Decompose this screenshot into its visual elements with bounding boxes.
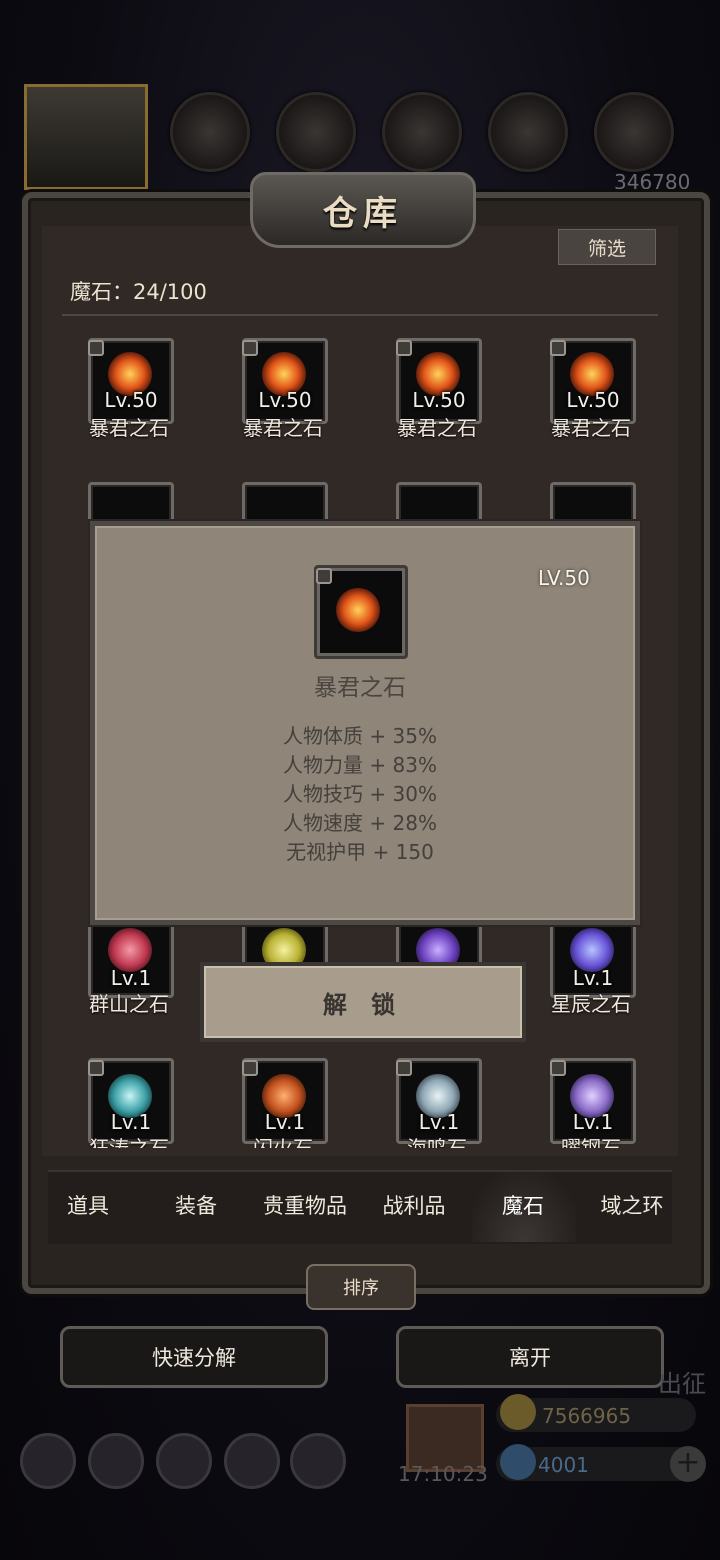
item-name: 星辰之石 (551, 992, 631, 1016)
item-name: 暴君之石 (89, 416, 169, 440)
tooltip-stat: 人物速度 + 28% (283, 811, 437, 835)
divider (62, 314, 658, 316)
stone-count-label: 魔石：24/100 (70, 280, 207, 304)
achievement-icon[interactable] (88, 1433, 144, 1489)
crystal-resource-icon (488, 92, 568, 172)
tooltip-item-name: 暴君之石 (314, 675, 406, 701)
tooltip-stat: 人物技巧 + 30% (283, 782, 437, 806)
expedition-label[interactable]: 出征 (658, 1364, 706, 1399)
item-level: Lv.1 (264, 1110, 306, 1134)
gold-coin-icon (500, 1394, 536, 1430)
tab-domain-rings[interactable]: 域之环 (582, 1190, 682, 1220)
mail-icon[interactable] (224, 1433, 280, 1489)
gem-icon (500, 1444, 536, 1480)
filter-button[interactable]: 筛选 (558, 229, 656, 265)
tab-items[interactable]: 道具 (38, 1190, 138, 1220)
iron-resource-icon (382, 92, 462, 172)
item-name: 暴君之石 (551, 416, 631, 440)
item-level: Lv.1 (418, 1110, 460, 1134)
unlock-button[interactable]: 解 锁 (200, 962, 526, 1042)
tab-valuables[interactable]: 贵重物品 (255, 1190, 355, 1220)
item-level: Lv.1 (572, 1110, 614, 1134)
lock-icon (396, 1060, 412, 1076)
item-level: Lv.50 (412, 388, 466, 412)
leave-button[interactable]: 离开 (396, 1326, 664, 1388)
tab-equipment[interactable]: 装备 (146, 1190, 246, 1220)
tab-loot[interactable]: 战利品 (364, 1190, 464, 1220)
lock-icon (550, 340, 566, 356)
item-level: Lv.50 (258, 388, 312, 412)
tooltip-stat: 人物力量 + 83% (283, 753, 437, 777)
tooltip-level: LV.50 (538, 566, 590, 590)
add-gems-icon[interactable]: + (670, 1446, 706, 1482)
flame-gem-icon (336, 588, 380, 632)
settings-icon[interactable] (20, 1433, 76, 1489)
meat-resource-icon (170, 92, 250, 172)
item-name: 暴君之石 (243, 416, 323, 440)
hero-avatar[interactable] (24, 84, 148, 190)
gem-amount: 4001 (538, 1453, 589, 1477)
lock-icon (242, 1060, 258, 1076)
item-name: 群山之石 (89, 992, 169, 1016)
guild-icon[interactable] (156, 1433, 212, 1489)
wood-resource-icon (276, 92, 356, 172)
title-plate: 仓库 (250, 172, 476, 248)
quick-decompose-button[interactable]: 快速分解 (60, 1326, 328, 1388)
tab-magic-stones[interactable]: 魔石 (473, 1190, 573, 1220)
lock-icon (88, 340, 104, 356)
item-level: Lv.1 (110, 966, 152, 990)
chat-icon[interactable] (290, 1433, 346, 1489)
item-name: 狂涛之石 (89, 1136, 169, 1148)
lock-icon (88, 1060, 104, 1076)
gift-timer: 17:10:23 (398, 1462, 488, 1486)
lock-icon (242, 340, 258, 356)
item-name: 曜钢石 (561, 1136, 621, 1148)
item-name: 闪火石 (253, 1136, 313, 1148)
item-name: 海鸣石 (407, 1136, 467, 1148)
gold-amount: 7566965 (542, 1404, 632, 1428)
stone-resource-value: 346780 (614, 170, 691, 194)
category-tabs (48, 1170, 672, 1244)
tooltip-stat: 人物体质 + 35% (283, 724, 437, 748)
panel-title: 仓库 (323, 193, 403, 234)
lock-icon (316, 568, 332, 584)
item-level: Lv.50 (104, 388, 158, 412)
item-level: Lv.1 (110, 1110, 152, 1134)
stone-resource-icon (594, 92, 674, 172)
lock-icon (396, 340, 412, 356)
tooltip-stat: 无视护甲 + 150 (286, 840, 434, 864)
sort-button[interactable]: 排序 (306, 1264, 416, 1310)
lock-icon (550, 1060, 566, 1076)
item-name: 暴君之石 (397, 416, 477, 440)
item-level: Lv.50 (566, 388, 620, 412)
item-level: Lv.1 (572, 966, 614, 990)
